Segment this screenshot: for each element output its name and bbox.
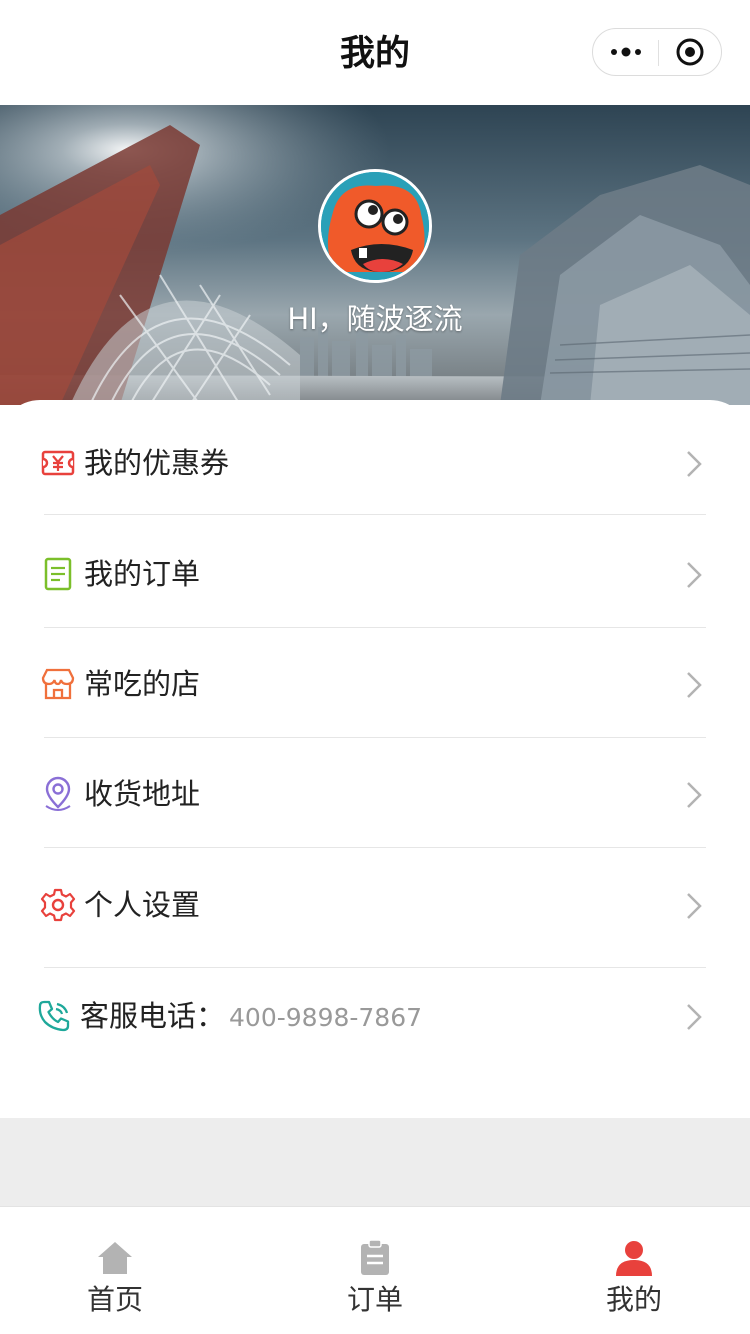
menu-item-label: 我的订单: [84, 557, 201, 591]
menu-card: 我的优惠券 我的订单 常吃的店 收货地址 个人设置 客服电话： 400-9898…: [0, 400, 750, 1118]
menu-item-label: 我的优惠券: [84, 446, 230, 480]
content-footer-spacer: [0, 1118, 750, 1206]
menu-item-customer-service[interactable]: 客服电话： 400-9898-7867: [0, 962, 750, 1072]
menu-item-label: 个人设置: [84, 888, 201, 922]
divider: [44, 514, 706, 515]
menu-item-label: 常吃的店: [84, 667, 201, 701]
menu-item-label: 收货地址: [84, 777, 201, 811]
divider: [44, 627, 706, 628]
tab-orders[interactable]: 订单: [250, 1207, 500, 1334]
mini-program-capsule: [592, 28, 722, 76]
chevron-right-icon: [687, 562, 702, 588]
divider: [44, 737, 706, 738]
tab-home[interactable]: 首页: [0, 1207, 240, 1334]
more-dots-icon[interactable]: [593, 29, 659, 75]
profile-banner: HI，随波逐流: [0, 105, 750, 405]
store-icon: [41, 668, 75, 700]
chevron-right-icon: [687, 782, 702, 808]
tab-bar: 首页 订单 我的: [0, 1206, 750, 1334]
tab-mine[interactable]: 我的: [509, 1207, 750, 1334]
order-list-icon: [44, 557, 72, 591]
chevron-right-icon: [687, 893, 702, 919]
chevron-right-icon: [687, 1004, 702, 1030]
profile-page: 我的 HI，随波逐流 我的优惠券 我的订单 常吃的店 收货地址 个人设置 客服电…: [0, 0, 750, 1334]
nav-bar: 我的: [0, 0, 750, 105]
chevron-right-icon: [687, 451, 702, 477]
clipboard-icon: [361, 1239, 389, 1275]
home-icon: [98, 1242, 132, 1274]
user-icon: [616, 1241, 652, 1276]
target-close-icon[interactable]: [659, 29, 721, 75]
greeting-text: HI，随波逐流: [287, 302, 463, 336]
gear-icon: [40, 888, 76, 922]
tab-label: 订单: [346, 1283, 403, 1316]
menu-item-settings[interactable]: 个人设置: [0, 851, 750, 961]
menu-item-addresses[interactable]: 收货地址: [0, 740, 750, 850]
location-pin-icon: [45, 776, 71, 811]
customer-service-label: 客服电话： 400-9898-7867: [80, 996, 422, 1038]
menu-item-orders[interactable]: 我的订单: [0, 520, 750, 630]
menu-item-coupons[interactable]: 我的优惠券: [0, 409, 750, 519]
tab-label: 我的: [605, 1283, 662, 1316]
tab-label: 首页: [86, 1283, 143, 1316]
monster-avatar[interactable]: [318, 169, 432, 283]
service-phone-number[interactable]: 400-9898-7867: [229, 1003, 422, 1032]
phone-icon: [38, 1000, 70, 1032]
divider: [44, 847, 706, 848]
service-label-text: 客服电话：: [80, 999, 226, 1033]
menu-item-favorite-stores[interactable]: 常吃的店: [0, 630, 750, 740]
chevron-right-icon: [687, 672, 702, 698]
coupon-icon: [41, 450, 75, 476]
